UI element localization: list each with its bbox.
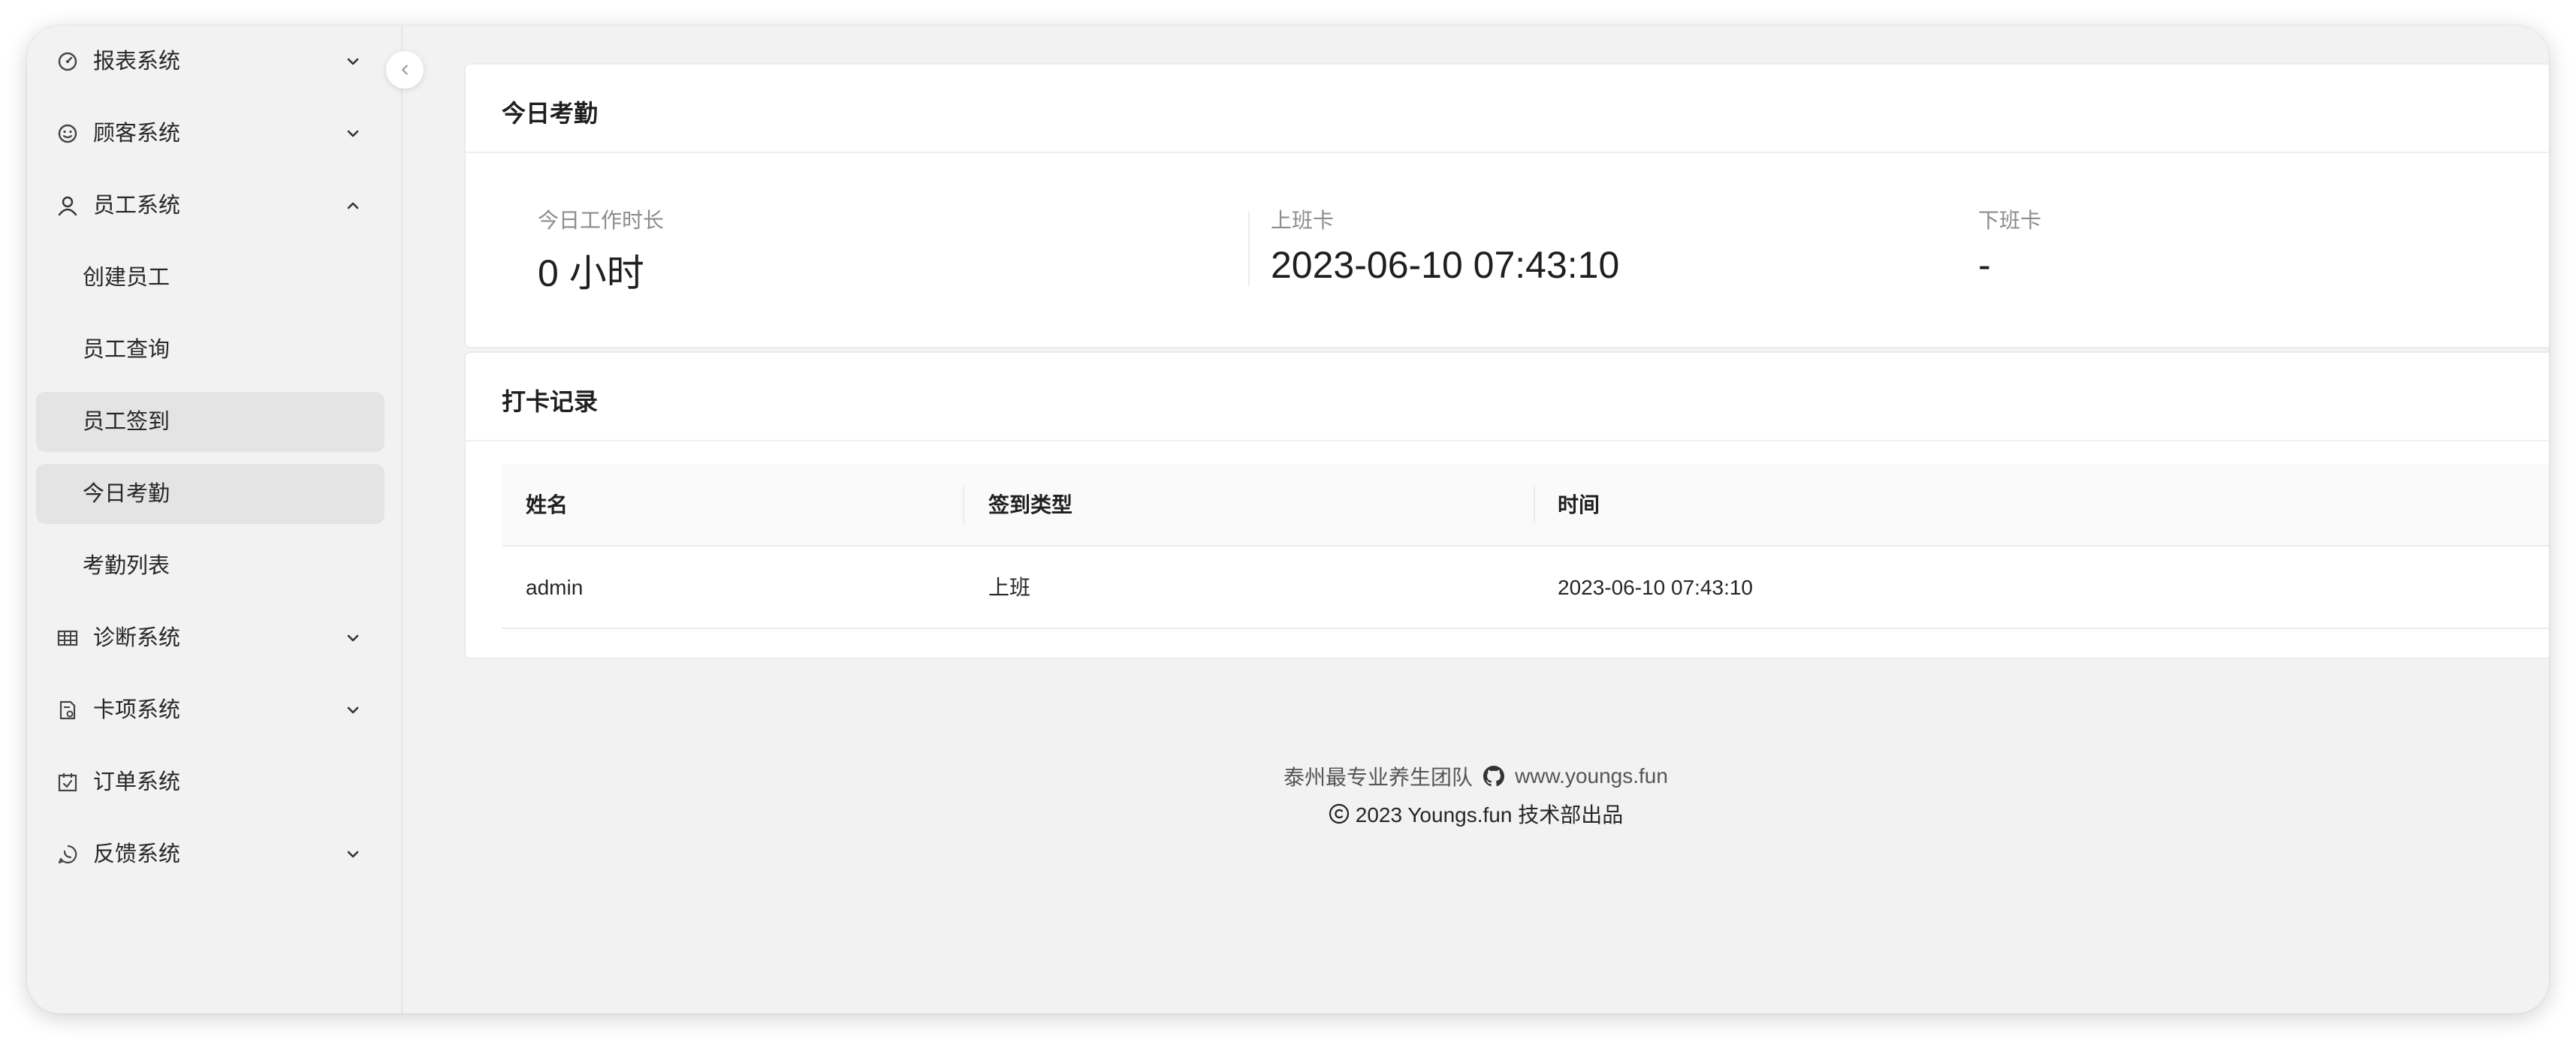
sidebar-item-label: 卡项系统 (93, 698, 181, 722)
sidebar-subitem-employee-query[interactable]: 员工查询 (36, 320, 385, 380)
github-icon[interactable] (1483, 766, 1505, 787)
sidebar-item-label: 员工系统 (93, 194, 181, 218)
cell-type: 上班 (988, 576, 1031, 599)
clock-in-label: 上班卡 (1271, 209, 1335, 232)
footer-site-link[interactable]: www.youngs.fun (1515, 764, 1668, 788)
app-window: 报表系统 顾客系统 员工系统 创建员工 员工查询 员工签到 今日考勤 考勤列表 … (27, 26, 2549, 1013)
dashboard-icon (57, 51, 78, 72)
work-hours-label: 今日工作时长 (538, 209, 665, 232)
table-header: 姓名 签到类型 时间 (502, 464, 2549, 547)
table-row[interactable]: admin 上班 2023-06-10 07:43:10 (502, 547, 2549, 629)
footer-team-line: 泰州最专业养生团队 www.youngs.fun (403, 761, 2549, 791)
calendar-icon (57, 772, 78, 793)
sidebar-item-customers[interactable]: 顾客系统 (36, 104, 385, 164)
clock-records-card: 打卡记录 姓名 签到类型 时间 admin 上班 2023-06-10 07:4… (464, 351, 2549, 659)
sidebar-subitem-attendance-list[interactable]: 考勤列表 (36, 536, 385, 596)
today-attendance-card: 今日考勤 今日工作时长 0 小时 上班卡 2023-06-10 07:43:10… (464, 63, 2549, 348)
sidebar-item-label: 诊断系统 (93, 626, 181, 650)
card-divider (466, 440, 2549, 441)
whatsapp-icon (57, 844, 78, 865)
sidebar-item-label: 反馈系统 (93, 842, 181, 866)
sidebar-item-employees[interactable]: 员工系统 (36, 176, 385, 236)
sidebar-subitem-today-attendance[interactable]: 今日考勤 (36, 464, 385, 524)
chevron-up-icon (347, 202, 359, 209)
footer-team: 泰州最专业养生团队 (1283, 766, 1474, 789)
sidebar-collapse-button[interactable] (386, 51, 424, 89)
sidebar-subitem-label: 今日考勤 (83, 482, 170, 506)
clock-out-label: 下班卡 (1978, 209, 2042, 232)
sidebar-item-orders[interactable]: 订单系统 (36, 752, 385, 812)
user-icon (57, 195, 78, 216)
sidebar-subitem-employee-checkin[interactable]: 员工签到 (36, 392, 385, 452)
footer-copyright: 2023 Youngs.fun 技术部出品 (1355, 803, 1624, 827)
card-divider (466, 152, 2549, 153)
column-separator (963, 486, 964, 524)
sidebar-subitem-label: 考勤列表 (83, 554, 170, 578)
sidebar-subitem-label: 员工查询 (83, 338, 170, 362)
smile-icon (57, 123, 78, 144)
card-title: 今日考勤 (502, 100, 599, 127)
card-icon (57, 700, 78, 721)
stat-separator (1248, 212, 1250, 287)
column-header-type: 签到类型 (988, 493, 1073, 516)
card-title: 打卡记录 (502, 388, 599, 415)
sidebar: 报表系统 顾客系统 员工系统 创建员工 员工查询 员工签到 今日考勤 考勤列表 … (27, 26, 403, 1013)
chevron-down-icon (347, 58, 359, 65)
footer-copyright-line: 2023 Youngs.fun 技术部出品 (403, 799, 2549, 829)
chevron-left-icon (402, 65, 408, 75)
copyright-icon (1329, 803, 1350, 824)
sidebar-item-cards[interactable]: 卡项系统 (36, 680, 385, 740)
column-header-time: 时间 (1558, 493, 1600, 516)
sidebar-subitem-label: 员工签到 (83, 410, 170, 434)
sidebar-item-diagnosis[interactable]: 诊断系统 (36, 608, 385, 668)
column-separator (1534, 486, 1535, 524)
sidebar-item-reports[interactable]: 报表系统 (36, 32, 385, 92)
chevron-down-icon (347, 851, 359, 858)
sidebar-subitem-label: 创建员工 (83, 266, 170, 290)
sidebar-item-label: 订单系统 (93, 770, 181, 794)
clock-out-value: - (1978, 244, 1991, 286)
sidebar-item-label: 顾客系统 (93, 122, 181, 146)
table-icon (57, 628, 78, 649)
sidebar-item-feedback[interactable]: 反馈系统 (36, 824, 385, 884)
sidebar-subitem-create-employee[interactable]: 创建员工 (36, 248, 385, 308)
work-hours-value: 0 小时 (538, 252, 644, 294)
sidebar-item-label: 报表系统 (93, 50, 181, 74)
column-header-name: 姓名 (526, 493, 569, 516)
clock-in-value: 2023-06-10 07:43:10 (1271, 244, 1620, 286)
chevron-down-icon (347, 634, 359, 642)
records-table: 姓名 签到类型 时间 admin 上班 2023-06-10 07:43:10 (502, 464, 2549, 629)
cell-name: admin (526, 576, 584, 599)
cell-time: 2023-06-10 07:43:10 (1558, 576, 1753, 599)
chevron-down-icon (347, 706, 359, 714)
chevron-down-icon (347, 130, 359, 137)
